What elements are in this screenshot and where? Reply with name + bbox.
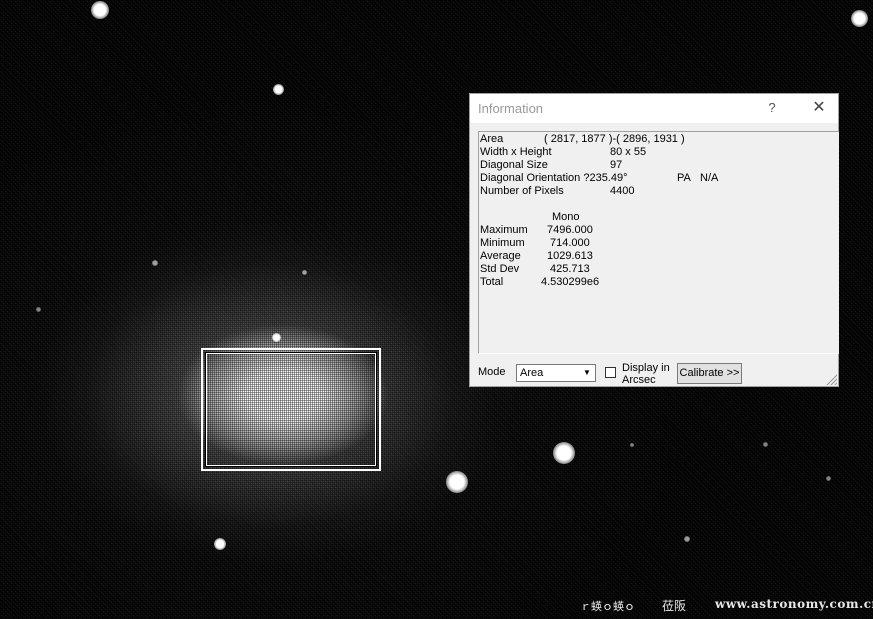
width-height-value: 80 x 55: [610, 146, 647, 158]
stat-value: 425.713: [550, 263, 590, 275]
diagonal-size-label: Diagonal Size: [480, 159, 548, 171]
star: [272, 333, 281, 342]
width-height-label: Width x Height: [480, 146, 552, 158]
resize-grip-icon[interactable]: [825, 373, 837, 385]
mode-select[interactable]: Area ▼: [516, 364, 596, 382]
stat-value: 1029.613: [547, 250, 593, 262]
watermark-left-text: ｒ蝧ｏ蝧ｏ: [580, 601, 635, 613]
info-panel: Area ( 2817, 1877 )-( 2896, 1931 ) Width…: [478, 131, 839, 354]
pa-label: PA: [677, 172, 691, 184]
display-arcsec-checkbox[interactable]: [605, 367, 616, 378]
stat-label: Minimum: [480, 237, 525, 249]
stat-value: 7496.000: [547, 224, 593, 236]
close-button[interactable]: ✕: [804, 94, 834, 123]
selection-rectangle[interactable]: [201, 348, 381, 471]
watermark: ｒ蝧ｏ蝧ｏ 莅阪 www.astronomy.com.cn: [580, 597, 873, 615]
stats-header: Mono: [552, 211, 580, 223]
chevron-down-icon[interactable]: ▼: [580, 366, 594, 380]
star: [851, 10, 868, 27]
diagonal-size-value: 97: [610, 159, 623, 171]
mode-label: Mode: [478, 366, 506, 378]
stat-label: Average: [480, 250, 521, 262]
star: [273, 84, 284, 95]
star: [553, 442, 575, 464]
diagonal-orientation-label: Diagonal Orientation ?235.49°: [480, 172, 628, 184]
mode-row: Mode Area ▼ Display in Arcsec Calibrate …: [470, 362, 838, 388]
area-value: ( 2817, 1877 )-( 2896, 1931 ): [544, 133, 685, 145]
calibrate-button[interactable]: Calibrate >>: [677, 363, 742, 384]
star: [630, 443, 634, 447]
pixels-value: 4400: [610, 185, 635, 197]
star: [826, 476, 831, 481]
watermark-middle-text: 莅阪: [662, 599, 687, 613]
star: [684, 536, 690, 542]
area-label: Area: [480, 133, 504, 145]
display-arcsec-label[interactable]: Display in Arcsec: [622, 362, 682, 386]
stat-label: Total: [480, 276, 504, 288]
stat-value: 714.000: [550, 237, 590, 249]
help-button[interactable]: ?: [758, 94, 786, 123]
star: [36, 307, 41, 312]
dialog-titlebar[interactable]: Information ? ✕: [470, 94, 838, 123]
stat-label: Std Dev: [480, 263, 520, 275]
star: [302, 270, 307, 275]
dialog-title: Information: [478, 101, 544, 116]
pa-value: N/A: [700, 172, 719, 184]
information-dialog: Information ? ✕ Area ( 2817, 1877 )-( 28…: [469, 93, 839, 387]
mode-select-value: Area: [520, 367, 544, 379]
star: [152, 260, 158, 266]
star: [91, 1, 109, 19]
star: [214, 538, 226, 550]
star: [763, 442, 768, 447]
star: [446, 471, 468, 493]
selection-inner-border: [206, 353, 376, 466]
stat-label: Maximum: [480, 224, 528, 236]
watermark-url: www.astronomy.com.cn: [715, 597, 873, 611]
stat-value: 4.530299e6: [541, 276, 600, 288]
pixels-label: Number of Pixels: [480, 185, 564, 197]
